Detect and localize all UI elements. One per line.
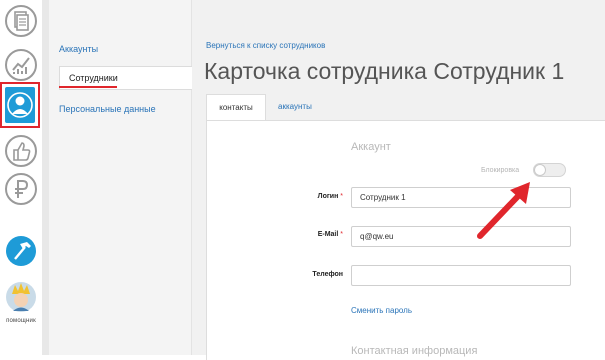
- employees-nav-active[interactable]: [0, 82, 40, 128]
- page-title: Карточка сотрудника Сотрудник 1: [204, 58, 565, 84]
- login-required-mark: *: [340, 193, 343, 200]
- form-panel: Аккаунт Блокировка Логин * Сотрудник 1 E…: [206, 120, 605, 360]
- assistant-avatar-icon[interactable]: [4, 280, 38, 314]
- email-required-mark: *: [340, 231, 343, 238]
- assistant-label: помощник: [6, 318, 36, 324]
- tab-accounts[interactable]: аккаунты: [278, 94, 312, 120]
- phone-field[interactable]: [351, 265, 571, 286]
- change-password-link[interactable]: Сменить пароль: [351, 306, 412, 315]
- active-underline: [59, 86, 117, 88]
- gutter: [42, 0, 49, 355]
- login-label-text: Логин: [317, 193, 339, 200]
- back-to-list-link[interactable]: Вернуться к списку сотрудников: [206, 41, 325, 50]
- section-title-contact: Контактная информация: [351, 345, 478, 357]
- toggle-knob: [534, 164, 546, 176]
- submenu-item-accounts[interactable]: Аккаунты: [59, 44, 98, 54]
- email-label-text: E-Mail: [317, 231, 339, 238]
- submenu: Аккаунты Сотрудники Персональные данные: [49, 0, 192, 355]
- login-label: Логин *: [263, 193, 343, 200]
- block-label: Блокировка: [481, 167, 520, 174]
- hammer-icon[interactable]: [4, 234, 38, 268]
- phone-label-text: Телефон: [312, 271, 343, 278]
- section-title-account: Аккаунт: [351, 141, 391, 153]
- main-content: Вернуться к списку сотрудников Карточка …: [192, 0, 605, 360]
- user-icon: [5, 87, 35, 123]
- thumbs-up-icon[interactable]: [4, 134, 38, 168]
- submenu-item-personal-data[interactable]: Персональные данные: [59, 104, 156, 114]
- documents-icon[interactable]: [4, 4, 38, 38]
- annotation-arrow: [477, 182, 530, 239]
- ruble-icon[interactable]: [4, 172, 38, 206]
- chart-icon[interactable]: [4, 48, 38, 82]
- submenu-item-employees-label: Сотрудники: [69, 73, 118, 83]
- tab-contacts[interactable]: контакты: [206, 94, 266, 120]
- phone-label: Телефон: [263, 271, 343, 278]
- icon-rail: помощник: [0, 0, 42, 355]
- email-label: E-Mail *: [263, 231, 343, 238]
- block-toggle[interactable]: [533, 163, 566, 177]
